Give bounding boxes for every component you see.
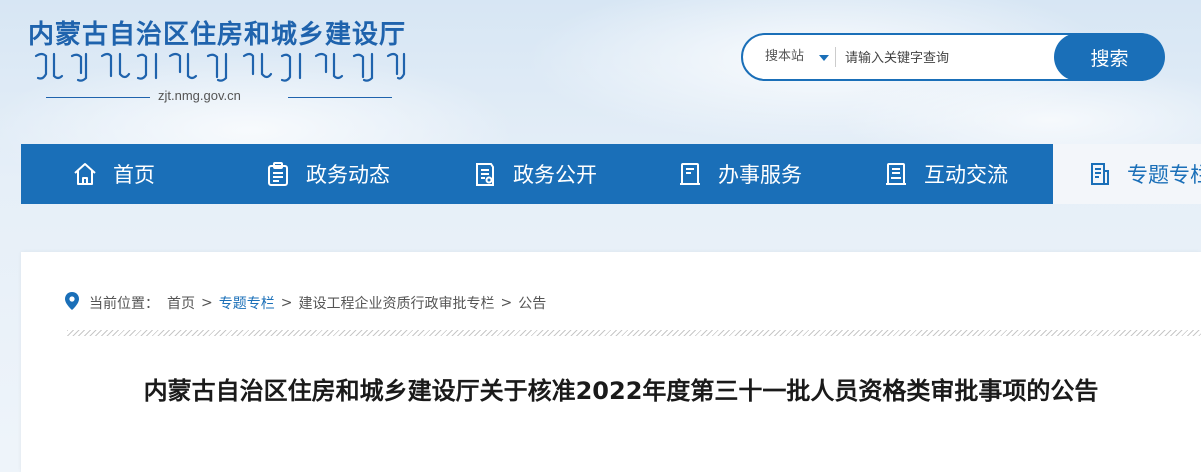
search-input[interactable] [843, 41, 1047, 75]
site-domain: zjt.nmg.gov.cn [158, 88, 241, 103]
search-divider [835, 47, 836, 67]
topic-icon [1087, 160, 1113, 188]
mongolian-script-logo [34, 52, 406, 82]
document-list-icon [471, 160, 499, 188]
nav-item-service[interactable]: 办事服务 [676, 144, 802, 204]
nav-item-label: 互动交流 [924, 163, 1008, 187]
nav-item-home[interactable]: 首页 [71, 144, 155, 204]
main-nav: 首页 政务动态 政务公开 办事服务 互动交流 专题专栏 [21, 144, 1201, 204]
site-title: 内蒙古自治区住房和城乡建设厅 [28, 20, 407, 50]
breadcrumb: 当前位置： 首页 > 专题专栏 > 建设工程企业资质行政审批专栏 > 公告 [65, 292, 546, 314]
chevron-down-icon[interactable] [819, 55, 829, 61]
content-card: 当前位置： 首页 > 专题专栏 > 建设工程企业资质行政审批专栏 > 公告 内蒙… [21, 252, 1201, 472]
notepad-icon [882, 160, 910, 188]
breadcrumb-separator: > [280, 295, 293, 311]
location-pin-icon [65, 292, 79, 314]
search-box: 搜本站 搜索 [741, 33, 1165, 81]
form-icon [676, 160, 704, 188]
nav-item-label: 政务公开 [513, 163, 597, 187]
breadcrumb-qualification-column[interactable]: 建设工程企业资质行政审批专栏 [298, 293, 494, 313]
nav-item-label: 首页 [113, 163, 155, 187]
breadcrumb-announcement[interactable]: 公告 [518, 293, 546, 313]
nav-item-news[interactable]: 政务动态 [264, 144, 390, 204]
logo-divider-right [288, 97, 392, 98]
breadcrumb-separator: > [201, 295, 213, 311]
nav-item-label: 专题专栏 [1127, 163, 1201, 187]
logo-divider-left [46, 97, 150, 98]
breadcrumb-divider [67, 330, 1201, 336]
article-title: 内蒙古自治区住房和城乡建设厅关于核准2022年度第三十一批人员资格类审批事项的公… [143, 377, 1099, 405]
nav-item-label: 办事服务 [718, 163, 802, 187]
search-scope-select[interactable]: 搜本站 [765, 35, 804, 79]
search-button[interactable]: 搜索 [1054, 33, 1165, 81]
breadcrumb-prefix: 当前位置： [89, 296, 159, 312]
home-icon [71, 160, 99, 188]
breadcrumb-topics[interactable]: 专题专栏 [219, 293, 275, 313]
nav-item-topics[interactable]: 专题专栏 [1053, 144, 1201, 204]
clipboard-icon [264, 160, 292, 188]
nav-item-interaction[interactable]: 互动交流 [882, 144, 1008, 204]
nav-item-public[interactable]: 政务公开 [471, 144, 597, 204]
nav-item-label: 政务动态 [306, 163, 390, 187]
breadcrumb-home[interactable]: 首页 [167, 293, 195, 313]
breadcrumb-separator: > [500, 295, 513, 311]
